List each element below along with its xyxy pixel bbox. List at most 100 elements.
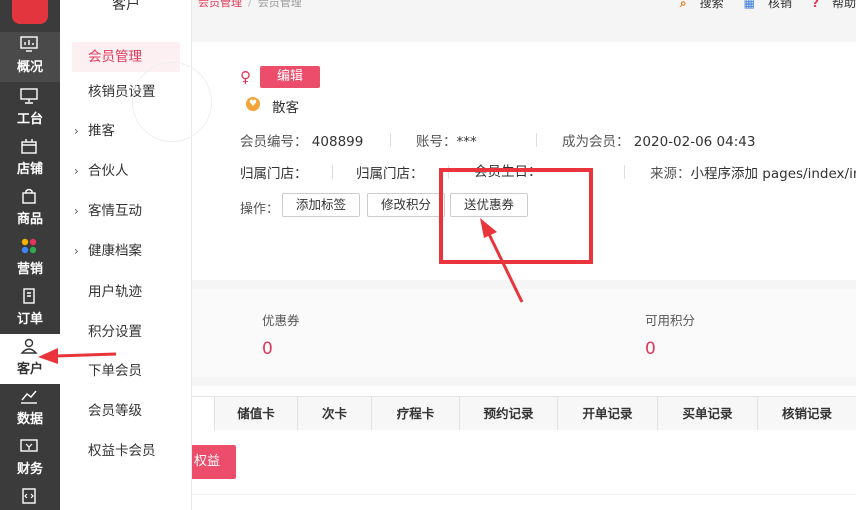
top-bar: 会员管理 / 会员管理 ⌕ 搜索 ▦ 核销? 帮助 — [192, 0, 856, 14]
breadcrumb: 会员管理 / 会员管理 — [198, 0, 302, 10]
tab-appointments[interactable]: 预约记录 — [459, 397, 557, 430]
subnav-item-label: 客情互动 — [88, 203, 142, 219]
account: 账号：*** — [416, 130, 477, 150]
subnav-item-order-members[interactable]: 下单会员 — [72, 356, 180, 386]
nav-label: 商品 — [16, 212, 43, 227]
nav-label: 数据 — [16, 412, 43, 427]
records-panel: 储值卡 次卡 疗程卡 预约记录 开单记录 买单记录 核销记录 权益卡 — [192, 386, 856, 510]
subnav-item-track[interactable]: 用户轨迹 — [72, 277, 180, 307]
member-level: 散客 — [272, 100, 299, 116]
subnav-item-label: 推客 — [88, 123, 115, 139]
send-coupon-button[interactable]: 送优惠券 — [450, 193, 528, 217]
source-value: 小程序添加 pages/index/index — [690, 166, 856, 182]
points-stat-label: 可用积分 — [645, 313, 696, 328]
rights-card-label: 权益卡 — [193, 454, 220, 469]
nav-item-dev[interactable] — [0, 484, 60, 510]
tab-times-card[interactable]: 次卡 — [297, 397, 371, 430]
edit-button[interactable]: 编辑 — [260, 66, 320, 88]
divider — [192, 494, 856, 495]
join-value: 2020-02-06 04:43 — [633, 134, 756, 150]
nav-label: 客户 — [16, 362, 43, 377]
breadcrumb-sep: / — [248, 0, 252, 9]
coupon-stat-value[interactable]: 0 — [262, 339, 273, 359]
member-id-label: 会员编号： — [240, 134, 308, 150]
nav-label: 概况 — [16, 60, 43, 75]
nav-label: 财务 — [16, 462, 43, 477]
order-icon — [23, 288, 35, 304]
tab-course-card[interactable]: 疗程卡 — [371, 397, 459, 430]
nav-item-store[interactable]: 店铺 — [0, 134, 60, 184]
avatar — [132, 62, 212, 142]
nav-item-finance[interactable]: 财务 — [0, 434, 60, 484]
subnav-item-label: 合伙人 — [88, 163, 129, 179]
account-label: 账号： — [416, 134, 457, 150]
records-tabs: 储值卡 次卡 疗程卡 预约记录 开单记录 买单记录 核销记录 — [192, 396, 856, 430]
chevron-right-icon: › — [74, 204, 79, 218]
tab-rights-card[interactable] — [192, 397, 214, 430]
logo — [0, 0, 60, 30]
edit-points-button[interactable]: 修改积分 — [367, 193, 445, 217]
subnav-item-points[interactable]: 积分设置 — [72, 317, 180, 347]
subnav-item-member-level[interactable]: 会员等级 — [72, 396, 180, 426]
nav-label: 订单 — [16, 312, 43, 327]
divider — [624, 165, 625, 179]
female-icon: ♀ — [240, 68, 251, 86]
nav-label: 营销 — [16, 262, 43, 277]
chevron-right-icon: › — [74, 164, 79, 178]
nav-item-marketing[interactable]: 营销 — [0, 234, 60, 284]
tab-bills[interactable]: 开单记录 — [557, 397, 657, 430]
birthday: 会员生日： — [474, 164, 542, 180]
tab-verification[interactable]: 核销记录 — [757, 397, 856, 430]
tab-stored-value-card[interactable]: 储值卡 — [214, 397, 297, 430]
coupon-stat-label: 优惠券 — [262, 313, 300, 328]
search-icon: ⌕ — [679, 0, 687, 10]
level-badge-icon: ♥ — [246, 97, 260, 111]
store-2: 归属门店： — [356, 166, 424, 182]
subnav-item-health[interactable]: › 健康档案 — [72, 236, 180, 266]
account-value: *** — [456, 134, 477, 150]
store-icon — [21, 139, 37, 154]
bag-icon — [22, 188, 36, 204]
search-action[interactable]: ⌕ 搜索 — [670, 0, 724, 10]
subnav-title: 客户 — [112, 0, 140, 13]
breadcrumb-link[interactable]: 会员管理 — [198, 0, 242, 9]
source: 来源：小程序添加 pages/index/index — [650, 162, 856, 182]
member-stats: 优惠券 0 可用积分 0 — [192, 289, 856, 377]
nav-item-customers[interactable]: 客户 — [0, 334, 60, 384]
nav-label: 店铺 — [16, 162, 43, 177]
help-label: 帮助 — [831, 0, 856, 10]
tab-payments[interactable]: 买单记录 — [657, 397, 757, 430]
join-date: 成为会员： 2020-02-06 04:43 — [562, 130, 755, 150]
nav-item-data[interactable]: 数据 — [0, 384, 60, 434]
subnav-item-label: 健康档案 — [88, 243, 142, 259]
points-stat-value[interactable]: 0 — [645, 339, 656, 359]
join-label: 成为会员： — [562, 134, 630, 150]
add-tag-button[interactable]: 添加标签 — [282, 193, 360, 217]
rights-card-button[interactable]: 权益卡 — [192, 445, 236, 479]
nav-item-workbench[interactable]: 工台 — [0, 84, 60, 134]
verify-action[interactable]: ▦ 核销 — [734, 0, 792, 10]
subnav-item-partner[interactable]: › 合伙人 — [72, 156, 180, 186]
chevron-right-icon: › — [74, 244, 79, 258]
user-icon — [20, 338, 38, 354]
chart-icon — [21, 390, 37, 404]
nav-item-goods[interactable]: 商品 — [0, 184, 60, 234]
nav-item-overview[interactable]: 概况 — [0, 32, 60, 82]
subnav-item-rights-card[interactable]: 权益卡会员 — [72, 436, 180, 466]
apps-icon — [21, 238, 37, 254]
member-id-value: 408899 — [311, 134, 364, 150]
member-info-card: ♀ 编辑 ♥ 散客 会员编号： 408899 账号：*** 成为会员： 2020… — [132, 42, 856, 280]
divider — [536, 133, 537, 147]
top-actions: ⌕ 搜索 ▦ 核销 ? 帮助 — [660, 0, 856, 11]
nav-item-orders[interactable]: 订单 — [0, 284, 60, 334]
scan-icon: ▦ — [743, 0, 755, 10]
desktop-icon — [20, 88, 38, 104]
divider — [390, 133, 391, 147]
help-action[interactable]: ? 帮助 — [802, 0, 856, 10]
logo-icon — [12, 0, 48, 24]
divider — [448, 165, 449, 179]
verify-label: 核销 — [768, 0, 793, 10]
source-label: 来源： — [650, 166, 691, 182]
subnav-item-interaction[interactable]: › 客情互动 — [72, 196, 180, 226]
monitor-chart-icon — [20, 36, 38, 52]
